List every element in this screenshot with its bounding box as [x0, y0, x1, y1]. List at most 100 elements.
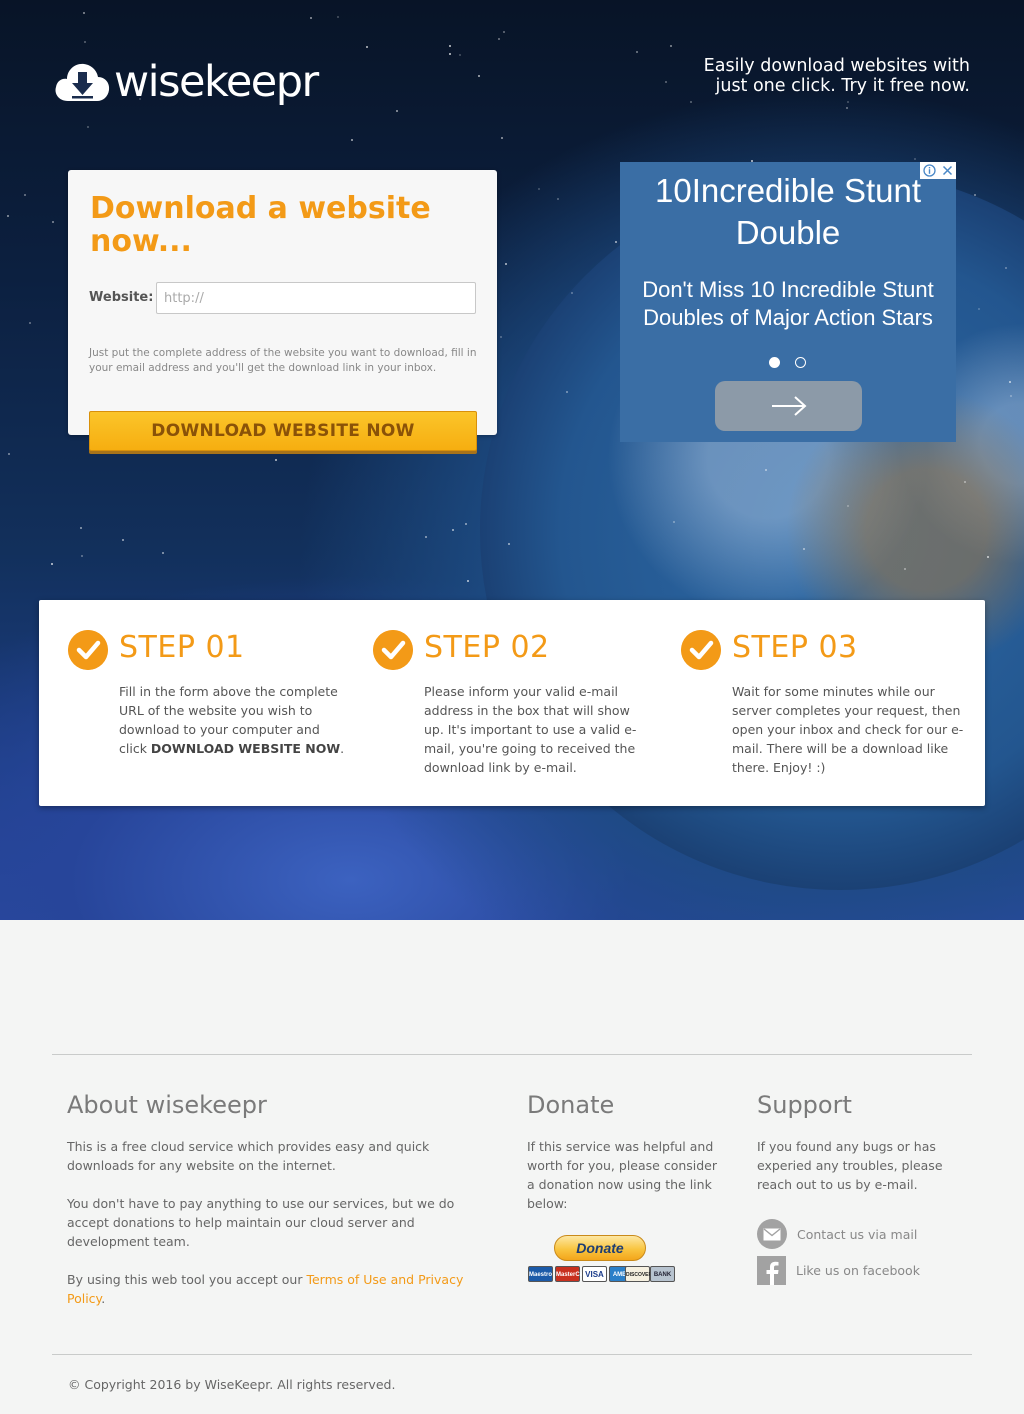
- arrow-right-icon: [771, 396, 806, 416]
- star: [8, 453, 10, 455]
- ad-banner[interactable]: 10Incredible Stunt Double Don't Miss 10 …: [620, 162, 956, 442]
- about-terms-prefix: By using this web tool you accept our: [67, 1272, 307, 1287]
- donate-section: Donate If this service was helpful and w…: [527, 1090, 722, 1213]
- star: [87, 126, 89, 128]
- star: [500, 336, 502, 338]
- star: [310, 17, 312, 19]
- contact-mail-link[interactable]: Contact us via mail: [757, 1219, 917, 1249]
- step-1-text-end: .: [340, 741, 345, 756]
- star: [1005, 267, 1007, 269]
- star: [508, 543, 510, 545]
- star: [122, 539, 124, 541]
- ad-body: Don't Miss 10 Incredible Stunt Doubles o…: [642, 277, 934, 330]
- ad-title: 10Incredible Stunt Double: [654, 172, 921, 251]
- star: [670, 45, 672, 47]
- star: [847, 505, 849, 507]
- card-maestro: Maestro: [528, 1266, 553, 1282]
- star: [803, 548, 805, 550]
- star: [478, 75, 480, 77]
- star: [425, 536, 427, 538]
- star: [83, 12, 85, 14]
- cloud-download-icon: [55, 63, 110, 101]
- star: [538, 188, 540, 190]
- star: [465, 523, 467, 525]
- star: [501, 137, 503, 139]
- ad-next-button[interactable]: [715, 381, 862, 431]
- footer-divider-bottom: [52, 1354, 972, 1355]
- star: [505, 263, 507, 265]
- star: [1009, 381, 1011, 383]
- card-visa: VISA: [582, 1266, 607, 1282]
- check-circle-icon: [68, 630, 108, 670]
- logo-text: wisekeepr: [114, 56, 319, 107]
- card-bank: BANK: [650, 1266, 675, 1282]
- step-1-title: STEP 01: [119, 630, 245, 665]
- star: [904, 568, 906, 570]
- about-heading: About wisekeepr: [67, 1091, 267, 1119]
- star: [52, 221, 54, 223]
- star: [974, 194, 976, 196]
- support-section: Support If you found any bugs or has exp…: [757, 1090, 957, 1194]
- star: [24, 194, 26, 196]
- facebook-link[interactable]: Like us on facebook: [757, 1255, 920, 1285]
- star: [337, 16, 339, 18]
- logo[interactable]: wisekeepr: [54, 56, 319, 108]
- card-mastercard: MasterCard: [555, 1266, 589, 1282]
- check-circle-icon: [681, 630, 721, 670]
- step-1-text: Fill in the form above the complete URL …: [119, 682, 349, 758]
- star: [571, 292, 573, 294]
- star: [978, 308, 980, 310]
- step-2-title: STEP 02: [424, 630, 550, 665]
- facebook-icon: [757, 1255, 786, 1285]
- about-paragraph-3: By using this web tool you accept our Te…: [67, 1270, 477, 1308]
- star: [1010, 395, 1012, 397]
- star: [81, 555, 83, 557]
- star: [615, 241, 617, 243]
- star: [636, 51, 638, 53]
- star: [7, 215, 9, 217]
- star: [162, 552, 164, 554]
- about-paragraph-2: You don't have to pay anything to use ou…: [67, 1196, 455, 1249]
- ad-dot-2[interactable]: [795, 357, 806, 368]
- star: [964, 481, 966, 483]
- star: [914, 158, 916, 160]
- facebook-label: Like us on facebook: [796, 1262, 920, 1278]
- star: [459, 54, 461, 56]
- mail-icon: [757, 1219, 787, 1249]
- tagline: Easily download websites with just one c…: [640, 56, 970, 96]
- step-1: STEP 01 Fill in the form above the compl…: [68, 600, 348, 806]
- download-form-card: Download a website now... Website: Just …: [68, 170, 497, 435]
- download-website-button[interactable]: DOWNLOAD WEBSITE NOW: [89, 411, 477, 451]
- copyright-text: © Copyright 2016 by WiseKeepr. All right…: [68, 1377, 396, 1392]
- donate-text: If this service was helpful and worth fo…: [527, 1139, 718, 1211]
- form-title: Download a website now...: [90, 191, 431, 259]
- paypal-donate-button[interactable]: Donate: [554, 1235, 646, 1261]
- star: [449, 53, 451, 55]
- star: [503, 31, 505, 33]
- star: [846, 107, 848, 109]
- tagline-line-2: just one click. Try it free now.: [715, 76, 970, 96]
- about-paragraph-1: This is a free cloud service which provi…: [67, 1139, 430, 1173]
- step-1-text-bold: DOWNLOAD WEBSITE NOW: [150, 741, 341, 756]
- star: [449, 45, 451, 47]
- support-heading: Support: [757, 1091, 852, 1119]
- step-3-text: Wait for some minutes while our server c…: [732, 684, 964, 775]
- star: [80, 527, 82, 529]
- star: [29, 322, 31, 324]
- step-2: STEP 02 Please inform your valid e-mail …: [373, 600, 653, 806]
- support-text: If you found any bugs or has experied an…: [757, 1139, 943, 1192]
- steps-panel: STEP 01 Fill in the form above the compl…: [39, 600, 985, 806]
- star: [51, 563, 53, 565]
- ad-dot-1[interactable]: [769, 357, 780, 368]
- star: [847, 101, 849, 103]
- check-circle-icon: [373, 630, 413, 670]
- star: [351, 139, 353, 141]
- website-input[interactable]: [156, 282, 476, 314]
- tagline-line-1: Easily download websites with: [703, 56, 970, 76]
- contact-mail-label: Contact us via mail: [797, 1226, 918, 1242]
- star: [84, 41, 86, 43]
- star: [467, 580, 469, 582]
- about-terms-suffix: .: [101, 1291, 106, 1306]
- star: [765, 469, 767, 471]
- star: [690, 101, 692, 103]
